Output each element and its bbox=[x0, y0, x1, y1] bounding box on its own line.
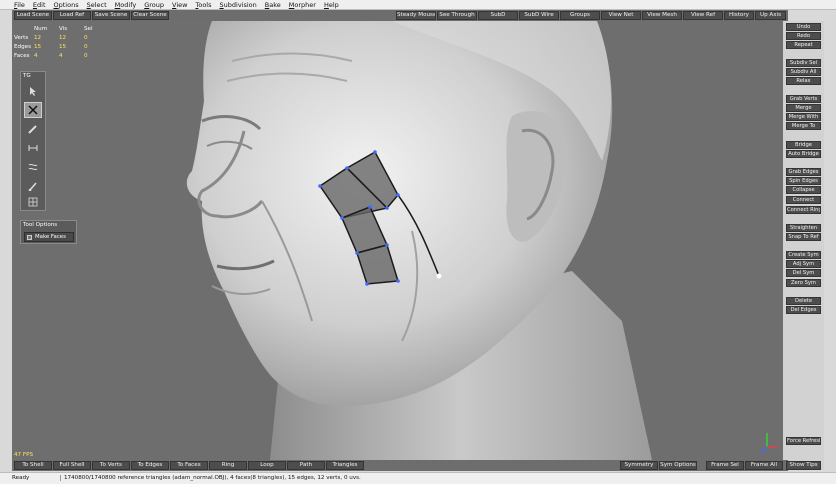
redo-button[interactable]: Redo bbox=[786, 32, 821, 40]
sym-options-button[interactable]: Sym Options bbox=[659, 461, 697, 470]
grab-verts-button[interactable]: Grab Verts bbox=[786, 95, 821, 103]
subd-wire-button[interactable]: SubD Wire bbox=[519, 11, 559, 20]
load-ref-button[interactable]: Load Ref bbox=[53, 11, 91, 20]
load-scene-button[interactable]: Load Scene bbox=[14, 11, 52, 20]
brush-icon[interactable] bbox=[24, 178, 42, 194]
status-bar: Ready 1740800/1740800 reference triangle… bbox=[0, 472, 836, 484]
symmetry-button[interactable]: Symmetry bbox=[620, 461, 658, 470]
menu-options[interactable]: Options bbox=[54, 1, 79, 9]
straighten-button[interactable]: Straighten bbox=[786, 224, 821, 232]
menu-select[interactable]: Select bbox=[87, 1, 107, 9]
snap-to-ref-button[interactable]: Snap To Ref bbox=[786, 233, 821, 241]
full-shell-button[interactable]: Full Shell bbox=[53, 461, 91, 470]
make-faces-label: Make Faces bbox=[35, 234, 66, 240]
bridge-icon[interactable] bbox=[24, 140, 42, 156]
status-ready: Ready bbox=[12, 475, 30, 481]
repeat-button[interactable]: Repeat bbox=[786, 41, 821, 49]
auto-bridge-button[interactable]: Auto Bridge bbox=[786, 150, 821, 158]
triangles-button[interactable]: Triangles bbox=[326, 461, 364, 470]
tool-group-panel: TG bbox=[20, 71, 46, 211]
steady-mouse-button[interactable]: Steady Mouse bbox=[396, 11, 436, 20]
relax-button[interactable]: Relax bbox=[786, 77, 821, 85]
del-edges-button[interactable]: Del Edges bbox=[786, 306, 821, 314]
menu-group[interactable]: Group bbox=[144, 1, 164, 9]
grab-edges-button[interactable]: Grab Edges bbox=[786, 168, 821, 176]
create-sym-button[interactable]: Create Sym bbox=[786, 251, 821, 259]
frame-sel-button[interactable]: Frame Sel bbox=[706, 461, 744, 470]
view-ref-button[interactable]: View Ref bbox=[683, 11, 723, 20]
connect-ring-button[interactable]: Connect Ring bbox=[786, 206, 821, 214]
menu-edit[interactable]: Edit bbox=[33, 1, 46, 9]
spin-edges-button[interactable]: Spin Edges bbox=[786, 177, 821, 185]
stats-row-verts: Verts 12 12 0 bbox=[14, 34, 88, 41]
stats-header-num: Num bbox=[34, 25, 48, 32]
loop-button[interactable]: Loop bbox=[248, 461, 286, 470]
tool-group-title: TG bbox=[23, 73, 31, 79]
to-shell-button[interactable]: To Shell bbox=[14, 461, 52, 470]
collapse-button[interactable]: Collapse bbox=[786, 186, 821, 194]
select-arrow-icon[interactable] bbox=[24, 83, 42, 99]
merge-button[interactable]: Merge bbox=[786, 104, 821, 112]
grid-icon[interactable] bbox=[24, 194, 42, 210]
tool-options-panel: Tool Options Make Faces bbox=[20, 220, 77, 244]
del-sym-button[interactable]: Del Sym bbox=[786, 269, 821, 277]
status-message: 1740800/1740800 reference triangles (ada… bbox=[60, 475, 361, 481]
bridge-button[interactable]: Bridge bbox=[786, 141, 821, 149]
groups-button[interactable]: Groups bbox=[560, 11, 600, 20]
command-panel: Undo Redo Repeat Subdiv Sel Subdiv All R… bbox=[783, 21, 824, 470]
pen-icon[interactable] bbox=[24, 121, 42, 137]
subdiv-all-button[interactable]: Subdiv All bbox=[786, 68, 821, 76]
stats-table: Num Vis Sel Verts 12 12 0 Edges 15 15 0 … bbox=[14, 24, 109, 60]
to-edges-button[interactable]: To Edges bbox=[131, 461, 169, 470]
menu-tools[interactable]: Tools bbox=[195, 1, 211, 9]
menu-modify[interactable]: Modify bbox=[115, 1, 137, 9]
undo-button[interactable]: Undo bbox=[786, 23, 821, 31]
menu-bar: File Edit Options Select Modify Group Vi… bbox=[0, 0, 836, 10]
bottom-toolbar: To Shell Full Shell To Verts To Edges To… bbox=[12, 460, 788, 471]
connect-button[interactable]: Connect bbox=[786, 196, 821, 204]
zero-sym-button[interactable]: Zero Sym bbox=[786, 279, 821, 287]
to-verts-button[interactable]: To Verts bbox=[92, 461, 130, 470]
menu-help[interactable]: Help bbox=[324, 1, 339, 9]
menu-subdivision[interactable]: Subdivision bbox=[220, 1, 257, 9]
menu-bake[interactable]: Bake bbox=[265, 1, 281, 9]
menu-morpher[interactable]: Morpher bbox=[289, 1, 316, 9]
tool-options-title: Tool Options bbox=[23, 222, 58, 228]
top-toolbar: Load Scene Load Ref Save Scene Clear Sce… bbox=[12, 10, 788, 21]
stats-row-edges: Edges 15 15 0 bbox=[14, 43, 88, 50]
relax-icon[interactable] bbox=[24, 159, 42, 175]
menu-file[interactable]: File bbox=[14, 1, 25, 9]
history-button[interactable]: History bbox=[724, 11, 754, 20]
frame-all-button[interactable]: Frame All bbox=[745, 461, 783, 470]
merge-to-button[interactable]: Merge To bbox=[786, 122, 821, 130]
stats-header-vis: Vis bbox=[59, 25, 68, 32]
fps-counter: 47 FPS bbox=[14, 452, 34, 458]
stats-header-sel: Sel bbox=[84, 25, 93, 32]
stats-row-faces: Faces 4 4 0 bbox=[14, 52, 88, 59]
make-faces-toggle[interactable]: Make Faces bbox=[24, 232, 74, 242]
up-axis-button[interactable]: Up Axis bbox=[755, 11, 786, 20]
3d-viewport[interactable]: Num Vis Sel Verts 12 12 0 Edges 15 15 0 … bbox=[12, 21, 783, 460]
subdiv-sel-button[interactable]: Subdiv Sel bbox=[786, 59, 821, 67]
force-refresh-button[interactable]: Force Refresh bbox=[786, 437, 821, 445]
save-scene-button[interactable]: Save Scene bbox=[92, 11, 130, 20]
to-faces-button[interactable]: To Faces bbox=[170, 461, 208, 470]
show-tips-button[interactable]: Show Tips bbox=[786, 461, 821, 470]
see-through-button[interactable]: See Through bbox=[437, 11, 477, 20]
subd-button[interactable]: SubD bbox=[478, 11, 518, 20]
view-mesh-button[interactable]: View Mesh bbox=[642, 11, 682, 20]
menu-view[interactable]: View bbox=[172, 1, 187, 9]
path-button[interactable]: Path bbox=[287, 461, 325, 470]
merge-with-button[interactable]: Merge With bbox=[786, 113, 821, 121]
checkbox-icon[interactable] bbox=[27, 234, 32, 240]
delete-button[interactable]: Delete bbox=[786, 297, 821, 305]
adj-sym-button[interactable]: Adj Sym bbox=[786, 260, 821, 268]
axis-gizmo-icon bbox=[760, 433, 778, 454]
ring-button[interactable]: Ring bbox=[209, 461, 247, 470]
head-model-render bbox=[186, 21, 778, 460]
view-net-button[interactable]: View Net bbox=[601, 11, 641, 20]
clear-scene-button[interactable]: Clear Scene bbox=[131, 11, 169, 20]
cross-tool-icon[interactable] bbox=[24, 102, 42, 118]
